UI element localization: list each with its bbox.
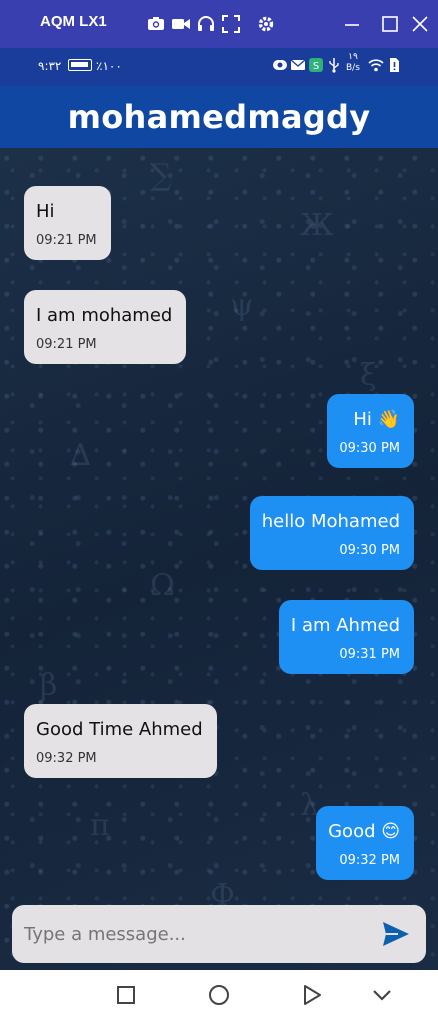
headset-icon[interactable] [196,14,216,34]
message-text: I am mohamed [36,305,173,326]
message-sent[interactable]: Hi 👋 09:30 PM [327,394,414,468]
status-time: ٩:٣٢ [38,59,62,73]
svg-text:S: S [313,61,319,72]
status-bar: ٩:٣٢ ٪١٠٠ S ١٩ B/s [0,48,438,86]
system-nav-bar [0,970,438,1020]
message-time: 09:30 PM [339,543,400,558]
maximize-icon[interactable] [378,12,402,36]
message-text: Hi [36,201,55,222]
message-input[interactable] [24,920,364,948]
message-time: 09:30 PM [339,441,400,456]
message-composer [12,905,426,963]
video-icon[interactable] [171,14,191,34]
message-time: 09:21 PM [36,233,97,248]
sim-alert-icon [390,58,399,72]
recents-icon[interactable] [114,983,138,1007]
battery-icon [68,59,92,71]
window-titlebar: AQM LX1 [0,0,438,48]
message-text: Good 😊 [328,821,400,842]
network-speed-value: ١٩ [348,52,358,62]
window-title: AQM LX1 [40,13,107,30]
message-text: hello Mohamed [261,511,400,532]
message-text: Hi 👋 [353,409,400,430]
gear-icon[interactable] [256,14,276,34]
collapse-icon[interactable] [370,983,394,1007]
message-sent[interactable]: I am Ahmed 09:31 PM [278,600,414,674]
message-received[interactable]: Good Time Ahmed 09:32 PM [24,704,217,778]
usb-icon [329,58,339,73]
battery-percentage: ٪١٠٠ [96,59,122,73]
record-icon [273,60,287,70]
phone-screen: ٩:٣٢ ٪١٠٠ S ١٩ B/s mohamedmagdy ∑ Ж ψ ∆ … [0,48,438,1020]
wifi-icon [368,59,384,72]
message-text: I am Ahmed [290,615,400,636]
home-icon[interactable] [207,983,231,1007]
app-bar: mohamedmagdy [0,86,438,148]
emulator-window: AQM LX1 ٩:٣٢ ٪١٠٠ S ١٩ B/s mohamedmagdy … [0,0,438,1020]
network-speed: ١٩ B/s [346,52,360,74]
fullscreen-icon[interactable] [221,14,241,34]
send-icon[interactable] [382,921,410,947]
mail-icon [290,59,306,70]
message-time: 09:32 PM [36,751,97,766]
close-icon[interactable] [408,12,432,36]
back-icon[interactable] [300,983,324,1007]
message-text: Good Time Ahmed [36,719,203,740]
camera-icon[interactable] [146,14,166,34]
app-notification-icon: S [309,58,323,72]
chat-area[interactable]: ∑ Ж ψ ∆ ξ Ω β λ π Ф Hi 09:21 PM I am moh… [0,148,438,970]
message-received[interactable]: I am mohamed 09:21 PM [24,290,187,364]
network-speed-unit: B/s [346,63,360,73]
chat-title: mohamedmagdy [67,98,371,136]
message-received[interactable]: Hi 09:21 PM [24,186,111,260]
message-sent[interactable]: Good 😊 09:32 PM [316,806,414,880]
message-time: 09:21 PM [36,337,97,352]
message-time: 09:31 PM [339,647,400,662]
message-sent[interactable]: hello Mohamed 09:30 PM [249,496,414,570]
message-time: 09:32 PM [339,853,400,868]
minimize-icon[interactable] [340,12,364,36]
